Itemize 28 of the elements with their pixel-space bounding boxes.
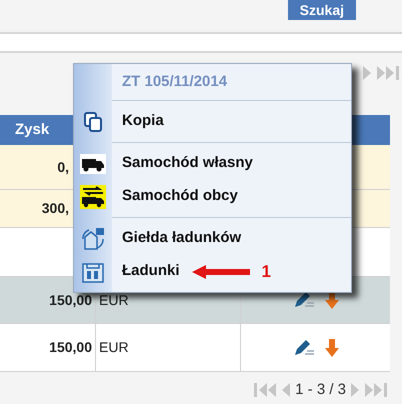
currency-cell-text: EUR [99, 290, 129, 310]
menu-item[interactable]: Giełda ładunków [112, 227, 242, 250]
amount-cell-text: 150,00 [49, 338, 92, 357]
copy-icon [83, 110, 103, 132]
currency-cell-text: EUR [99, 338, 129, 357]
column-header: Zysk [14, 120, 50, 140]
prev-page-icon[interactable] [281, 382, 292, 398]
menu-item[interactable]: Ładunki [112, 260, 180, 283]
boxes-icon [82, 260, 104, 282]
annotation-number: 1 [262, 260, 271, 283]
amount-cell-text: 150,00 [49, 290, 92, 310]
search-button[interactable]: Szukaj [288, 0, 356, 20]
menu-item[interactable]: Kopia [112, 110, 164, 133]
menu-title: ZT 105/11/2014 [122, 72, 228, 92]
menu-item[interactable]: Samochód obcy [112, 185, 238, 208]
next-page-icon[interactable] [350, 382, 360, 398]
amount-cell-text: 300, [42, 199, 69, 218]
download-arrow-icon[interactable] [324, 290, 340, 310]
last-page-icon[interactable] [376, 65, 400, 81]
building-cycle-icon [81, 226, 105, 250]
next-page-icon[interactable] [362, 65, 372, 81]
first-page-icon[interactable] [253, 382, 278, 398]
page-indicator: 1 - 3 / 3 [295, 380, 346, 400]
truck-arrows-icon [80, 184, 106, 208]
menu-item[interactable]: Samochód własny [112, 152, 253, 175]
amount-cell-text: 0, [57, 158, 69, 176]
truck-icon [80, 154, 106, 174]
last-page-icon[interactable] [364, 382, 388, 398]
